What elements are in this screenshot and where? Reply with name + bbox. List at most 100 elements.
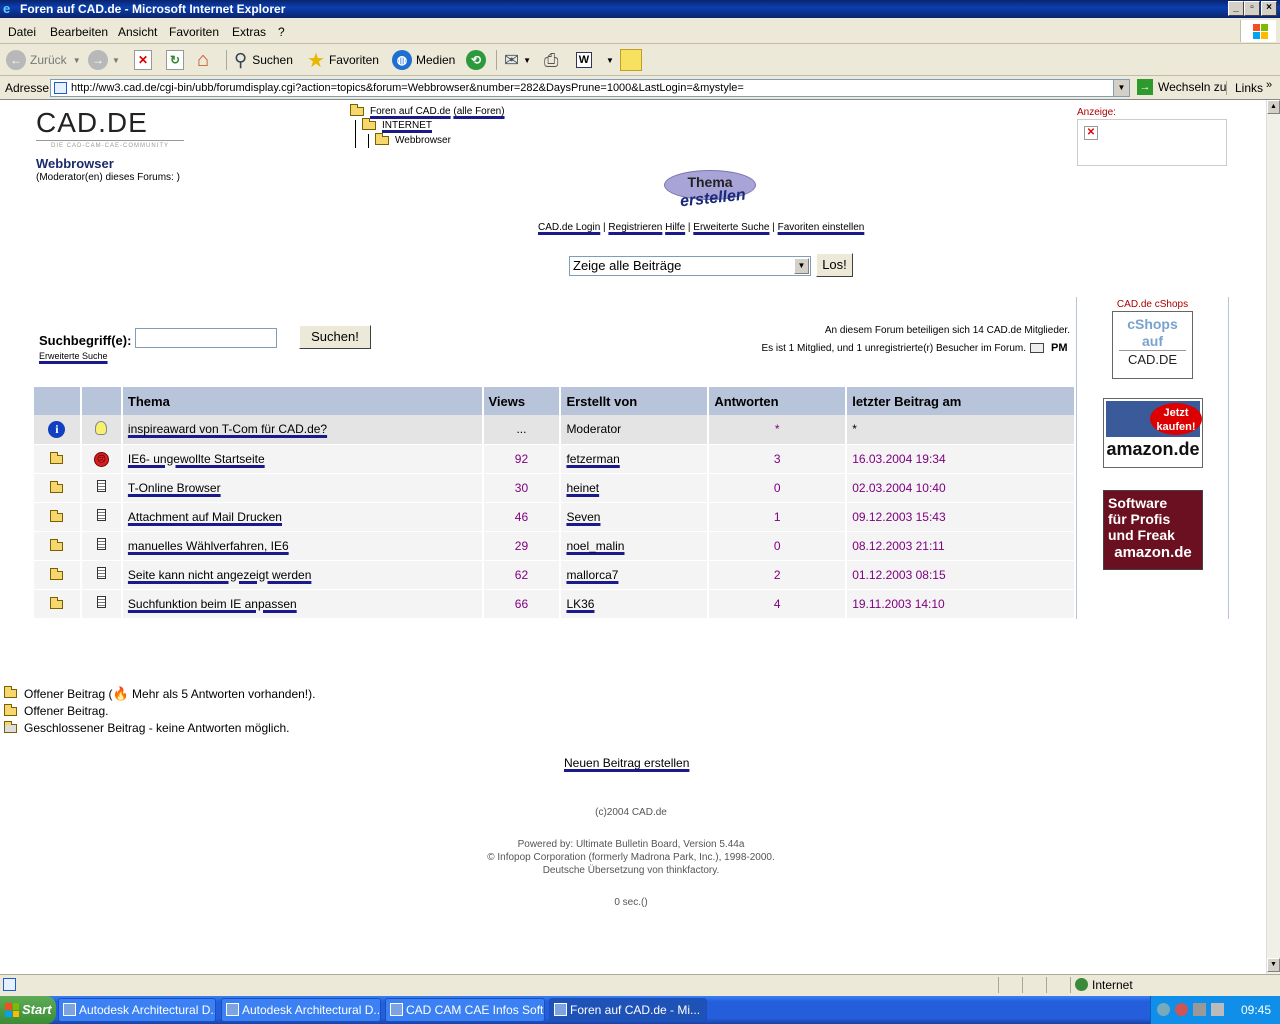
author-cell: Moderator <box>560 415 710 445</box>
author-link[interactable]: LK36 <box>566 597 594 611</box>
topic-link[interactable]: manuelles Wählverfahren, IE6 <box>128 539 289 553</box>
replies-cell: 0 <box>708 531 848 561</box>
tray-network-icon[interactable] <box>1157 1003 1170 1016</box>
col-last-post: letzter Beitrag am <box>846 387 1076 415</box>
topic-link[interactable]: T-Online Browser <box>128 481 221 495</box>
chevron-right-icon[interactable]: » <box>1266 79 1272 91</box>
search-button[interactable]: ⚲ Suchen <box>234 49 293 71</box>
links-button[interactable]: Links <box>1226 81 1263 95</box>
author-cell: mallorca7 <box>560 560 710 590</box>
favorites-button[interactable]: ★ Favoriten <box>307 49 379 72</box>
breadcrumb-all-forums[interactable]: Foren auf CAD.de <box>370 106 451 117</box>
topic-link[interactable]: Seite kann nicht angezeigt werden <box>128 568 311 582</box>
advanced-search-link[interactable]: Erweiterte Suche <box>693 222 769 233</box>
stop-button[interactable]: ✕ <box>134 49 152 71</box>
breadcrumb-internet[interactable]: INTERNET <box>382 120 432 131</box>
task-cad-infos[interactable]: CAD CAM CAE Infos Soft... <box>385 998 545 1022</box>
notes-button[interactable] <box>620 49 642 71</box>
chevron-down-icon: ▼ <box>794 258 809 274</box>
search-submit-button[interactable]: Suchen! <box>299 325 371 349</box>
mail-button[interactable]: ✉ ▼ <box>504 49 531 71</box>
tray-security-icon[interactable] <box>1175 1003 1188 1016</box>
go-button[interactable]: → Wechseln zu <box>1137 79 1226 95</box>
dropdown-arrow-icon[interactable]: ▼ <box>606 56 614 65</box>
menu-bearbeiten[interactable]: Bearbeiten <box>50 25 108 39</box>
login-link[interactable]: CAD.de Login <box>538 222 600 233</box>
views-cell: 92 <box>482 444 562 474</box>
dropdown-arrow-icon[interactable]: ▼ <box>112 56 120 65</box>
pm-label[interactable]: PM <box>1051 342 1068 354</box>
visitors-count: Es ist 1 Mitglied, und 1 unregistrierte(… <box>761 343 1026 354</box>
author-link[interactable]: heinet <box>566 481 599 495</box>
task-foren-cad[interactable]: Foren auf CAD.de - Mi... <box>549 998 707 1022</box>
home-button[interactable]: ⌂ <box>197 49 209 71</box>
tray-volume-icon[interactable] <box>1193 1003 1206 1016</box>
menu-favoriten[interactable]: Favoriten <box>169 25 219 39</box>
address-dropdown-arrow-icon[interactable]: ▼ <box>1113 80 1129 96</box>
forward-arrow-icon: → <box>88 50 108 70</box>
minimize-button[interactable]: _ <box>1228 1 1244 16</box>
locked-folder-icon <box>4 721 17 733</box>
favorites-settings-link[interactable]: Favoriten einstellen <box>778 222 865 233</box>
taskbar: Start Autodesk Architectural D... Autode… <box>0 996 1280 1024</box>
start-button[interactable]: Start <box>0 996 56 1024</box>
dropdown-arrow-icon[interactable]: ▼ <box>523 56 531 65</box>
pm-icon[interactable] <box>1030 343 1044 353</box>
author-link[interactable]: mallorca7 <box>566 568 618 582</box>
search-icon: ⚲ <box>234 49 248 70</box>
filter-select[interactable]: Zeige alle Beiträge ▼ <box>569 256 811 276</box>
topic-link[interactable]: IE6- ungewollte Startseite <box>128 452 265 466</box>
author-link[interactable]: fetzerman <box>566 452 619 466</box>
history-icon: ⟲ <box>466 50 486 70</box>
page-status-icon <box>3 978 16 991</box>
filter-go-button[interactable]: Los! <box>816 253 853 277</box>
ad-box[interactable]: ✕ <box>1077 119 1227 166</box>
folder-icon <box>4 686 17 698</box>
clock[interactable]: 09:45 <box>1241 1003 1271 1017</box>
topic-link[interactable]: Attachment auf Mail Drucken <box>128 510 282 524</box>
menu-extras[interactable]: Extras <box>232 25 266 39</box>
register-link[interactable]: Registrieren <box>608 222 662 233</box>
new-post-link[interactable]: Neuen Beitrag erstellen <box>564 756 689 770</box>
edit-button[interactable]: W ▼ <box>576 49 614 71</box>
back-button[interactable]: ← Zurück ▼ <box>6 49 81 71</box>
close-button[interactable]: × <box>1261 1 1277 16</box>
menu-help[interactable]: ? <box>278 25 285 39</box>
scroll-up-arrow-icon[interactable]: ▲ <box>1267 100 1280 114</box>
cad-logo[interactable]: CAD.DE DIE CAD-CAM-CAE-COMMUNITY <box>36 108 184 152</box>
tray-display-icon[interactable] <box>1211 1003 1224 1016</box>
dropdown-arrow-icon[interactable]: ▼ <box>73 56 81 65</box>
menu-datei[interactable]: Datei <box>8 25 36 39</box>
author-link[interactable]: noel_malin <box>566 539 624 553</box>
advanced-search-small-link[interactable]: Erweiterte Suche <box>39 351 108 361</box>
topic-link[interactable]: inspireaward von T-Com für CAD.de? <box>128 422 327 436</box>
help-link[interactable]: Hilfe <box>665 222 685 233</box>
breadcrumb-all-forums-paren[interactable]: (alle Foren) <box>453 106 504 117</box>
amazon-banner-1[interactable]: Jetzt kaufen! amazon.de <box>1103 398 1203 468</box>
create-topic-button[interactable]: Thema erstellen <box>664 170 758 216</box>
history-button[interactable]: ⟲ <box>466 49 490 71</box>
forward-button[interactable]: → ▼ <box>88 49 120 71</box>
cshops-banner[interactable]: cShops auf CAD.DE <box>1112 311 1193 379</box>
internet-zone-icon <box>1075 978 1088 991</box>
task-autodesk-2[interactable]: Autodesk Architectural D... <box>221 998 381 1022</box>
maximize-button[interactable]: ▫ <box>1244 1 1260 16</box>
author-link[interactable]: Seven <box>566 510 600 524</box>
refresh-button[interactable]: ↻ <box>166 49 184 71</box>
menu-ansicht[interactable]: Ansicht <box>118 25 157 39</box>
last-post-cell: 08.12.2003 21:11 <box>846 531 1076 561</box>
document-icon <box>96 509 106 521</box>
vertical-scrollbar[interactable]: ▲ ▼ <box>1266 100 1280 974</box>
page-icon <box>54 82 67 94</box>
print-button[interactable]: ⎙ <box>544 49 558 71</box>
search-input[interactable] <box>135 328 277 348</box>
address-input[interactable]: http://ww3.cad.de/cgi-bin/ubb/forumdispl… <box>50 79 1130 97</box>
window-titlebar[interactable]: e Foren auf CAD.de - Microsoft Internet … <box>0 0 1280 18</box>
members-count: An diesem Forum beteiligen sich 14 CAD.d… <box>824 325 1070 336</box>
media-button[interactable]: ◍ Medien <box>392 49 455 71</box>
scroll-down-arrow-icon[interactable]: ▼ <box>1267 958 1280 972</box>
author-cell: noel_malin <box>560 531 710 561</box>
amazon-banner-2[interactable]: Software für Profis und Freak amazon.de <box>1103 490 1203 570</box>
task-autodesk-1[interactable]: Autodesk Architectural D... <box>58 998 216 1022</box>
topic-link[interactable]: Suchfunktion beim IE anpassen <box>128 597 297 611</box>
